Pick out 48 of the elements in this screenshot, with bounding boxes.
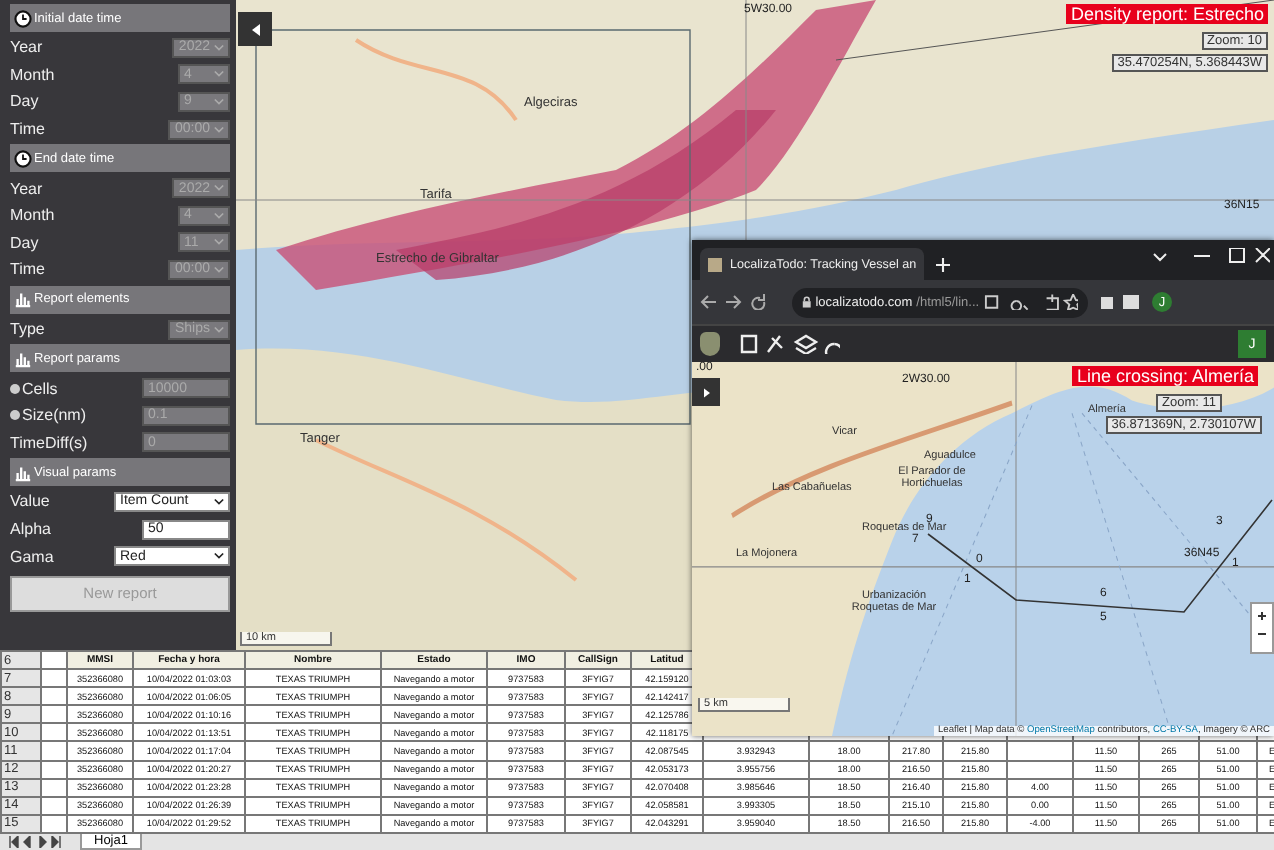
new-tab-icon[interactable]	[936, 258, 950, 272]
field-label: Cells	[22, 379, 60, 398]
bar-chart-icon	[14, 463, 32, 482]
caret-icon	[251, 23, 259, 35]
clock-icon	[14, 149, 32, 168]
address-bar-icons[interactable]	[983, 294, 1078, 310]
caret-icon	[214, 325, 224, 334]
field-label: Gama	[10, 547, 56, 566]
clock-icon	[14, 9, 32, 27]
window-controls-icon[interactable]	[1150, 248, 1270, 264]
field-label: Time	[10, 120, 47, 139]
field-label: Alpha	[10, 520, 53, 539]
caret-icon	[214, 238, 224, 247]
field-label: Month	[10, 206, 57, 225]
panel-toggle-button[interactable]	[692, 378, 720, 406]
table-cell	[1007, 741, 1073, 761]
toolbar-icons[interactable]	[740, 334, 840, 354]
field-label: Type	[10, 320, 47, 339]
field-label: Day	[10, 92, 41, 111]
table-cell	[1007, 760, 1073, 779]
caret-icon	[214, 70, 224, 79]
lock-icon	[802, 296, 812, 308]
caret-icon	[214, 265, 224, 274]
caret-icon	[214, 211, 224, 220]
extensions-icon[interactable]	[1100, 294, 1140, 310]
field-label: TimeDiff(s)	[10, 433, 90, 452]
caret-icon	[703, 387, 709, 397]
field-label: Size(nm)	[22, 406, 89, 425]
caret-icon	[214, 43, 224, 52]
caret-icon	[214, 125, 224, 134]
site-logo-icon	[708, 257, 722, 271]
caret-icon	[214, 184, 224, 193]
report-badge: Line crossing: Almería	[1072, 366, 1258, 386]
field-label: Year	[10, 179, 45, 198]
bar-chart-icon	[14, 349, 32, 368]
field-label: Day	[10, 233, 41, 252]
report-badge: Density report: Estrecho	[1066, 4, 1268, 24]
field-label: Value	[10, 492, 52, 511]
caret-icon	[214, 97, 224, 106]
logo-icon	[700, 332, 720, 356]
caret-icon	[214, 552, 224, 561]
field-label: Time	[10, 260, 47, 279]
caret-icon	[214, 497, 224, 506]
bar-chart-icon	[14, 290, 32, 309]
zoom-control[interactable]	[1250, 602, 1274, 654]
panel-toggle-button[interactable]	[238, 12, 272, 46]
field-label: Month	[10, 65, 57, 84]
field-label: Year	[10, 38, 45, 57]
